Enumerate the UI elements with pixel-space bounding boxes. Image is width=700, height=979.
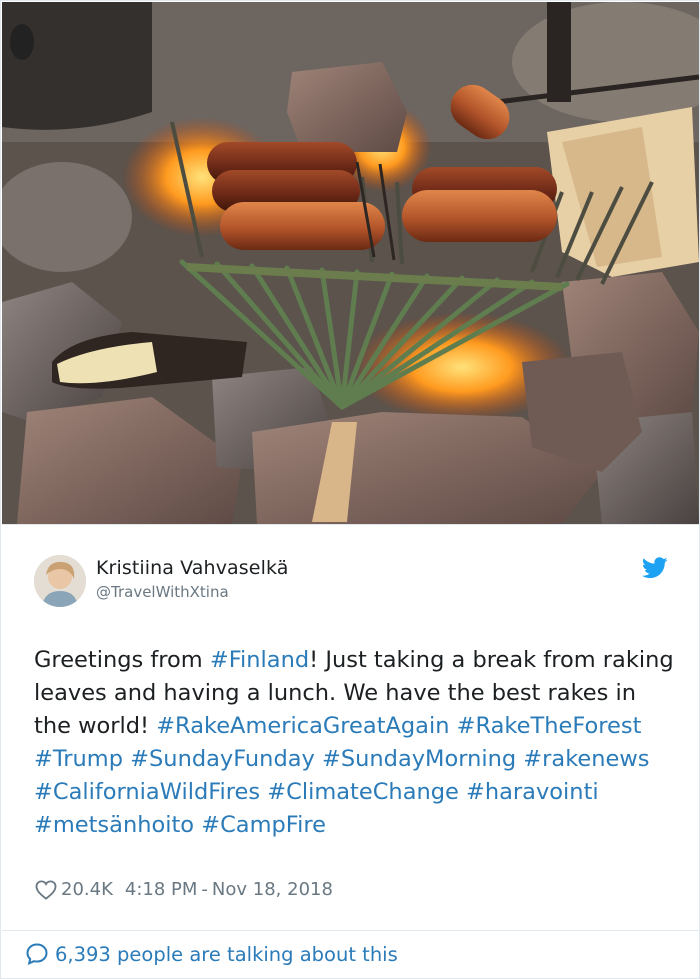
hashtag-link[interactable]: #SundayMorning: [322, 746, 516, 772]
hashtag-link[interactable]: #CaliforniaWildFires: [34, 779, 260, 805]
hashtag-link[interactable]: #RakeTheForest: [457, 713, 642, 739]
heart-icon[interactable]: [35, 879, 57, 900]
tweet-text: Greetings from #Finland! Just taking a b…: [34, 644, 674, 842]
hashtag-link[interactable]: #haravointi: [466, 779, 599, 805]
tweet-text-segment: [315, 746, 322, 772]
tweet-text-segment: [641, 713, 648, 739]
hashtag-link[interactable]: #Finland: [210, 647, 309, 673]
hashtag-link[interactable]: #CampFire: [201, 812, 326, 838]
author-avatar[interactable]: [34, 555, 86, 607]
photo-divider: [2, 524, 699, 525]
meta-separator: -: [201, 879, 208, 900]
author-handle[interactable]: @TravelWithXtina: [96, 583, 229, 601]
footer-divider: [2, 930, 699, 931]
hashtag-link[interactable]: #Trump: [34, 746, 123, 772]
tweet-photo[interactable]: [2, 2, 699, 524]
tweet-text-segment: [650, 746, 657, 772]
speech-bubble-icon: [25, 942, 49, 966]
hashtag-link[interactable]: #ClimateChange: [267, 779, 459, 805]
talking-link[interactable]: 6,393 people are talking about this: [25, 942, 398, 966]
tweet-text-segment: Greetings from: [34, 647, 210, 673]
twitter-bird-icon[interactable]: [641, 557, 668, 579]
tweet-date[interactable]: Nov 18, 2018: [212, 879, 333, 900]
tweet-text-segment: [599, 779, 606, 805]
tweet-time[interactable]: 4:18 PM: [125, 879, 198, 900]
tweet-meta: 20.4K 4:18 PM - Nov 18, 2018: [35, 879, 333, 900]
talking-label[interactable]: 6,393 people are talking about this: [55, 943, 398, 966]
like-count[interactable]: 20.4K: [61, 879, 113, 900]
tweet-text-segment: [459, 779, 466, 805]
hashtag-link[interactable]: #rakenews: [523, 746, 649, 772]
tweet-text-segment: [449, 713, 456, 739]
hashtag-link[interactable]: #RakeAmericaGreatAgain: [156, 713, 449, 739]
tweet-card: Kristiina Vahvaselkä @TravelWithXtina Gr…: [0, 0, 700, 979]
author-name[interactable]: Kristiina Vahvaselkä: [96, 557, 288, 579]
hashtag-link[interactable]: #metsänhoito: [34, 812, 194, 838]
hashtag-link[interactable]: #SundayFunday: [130, 746, 315, 772]
